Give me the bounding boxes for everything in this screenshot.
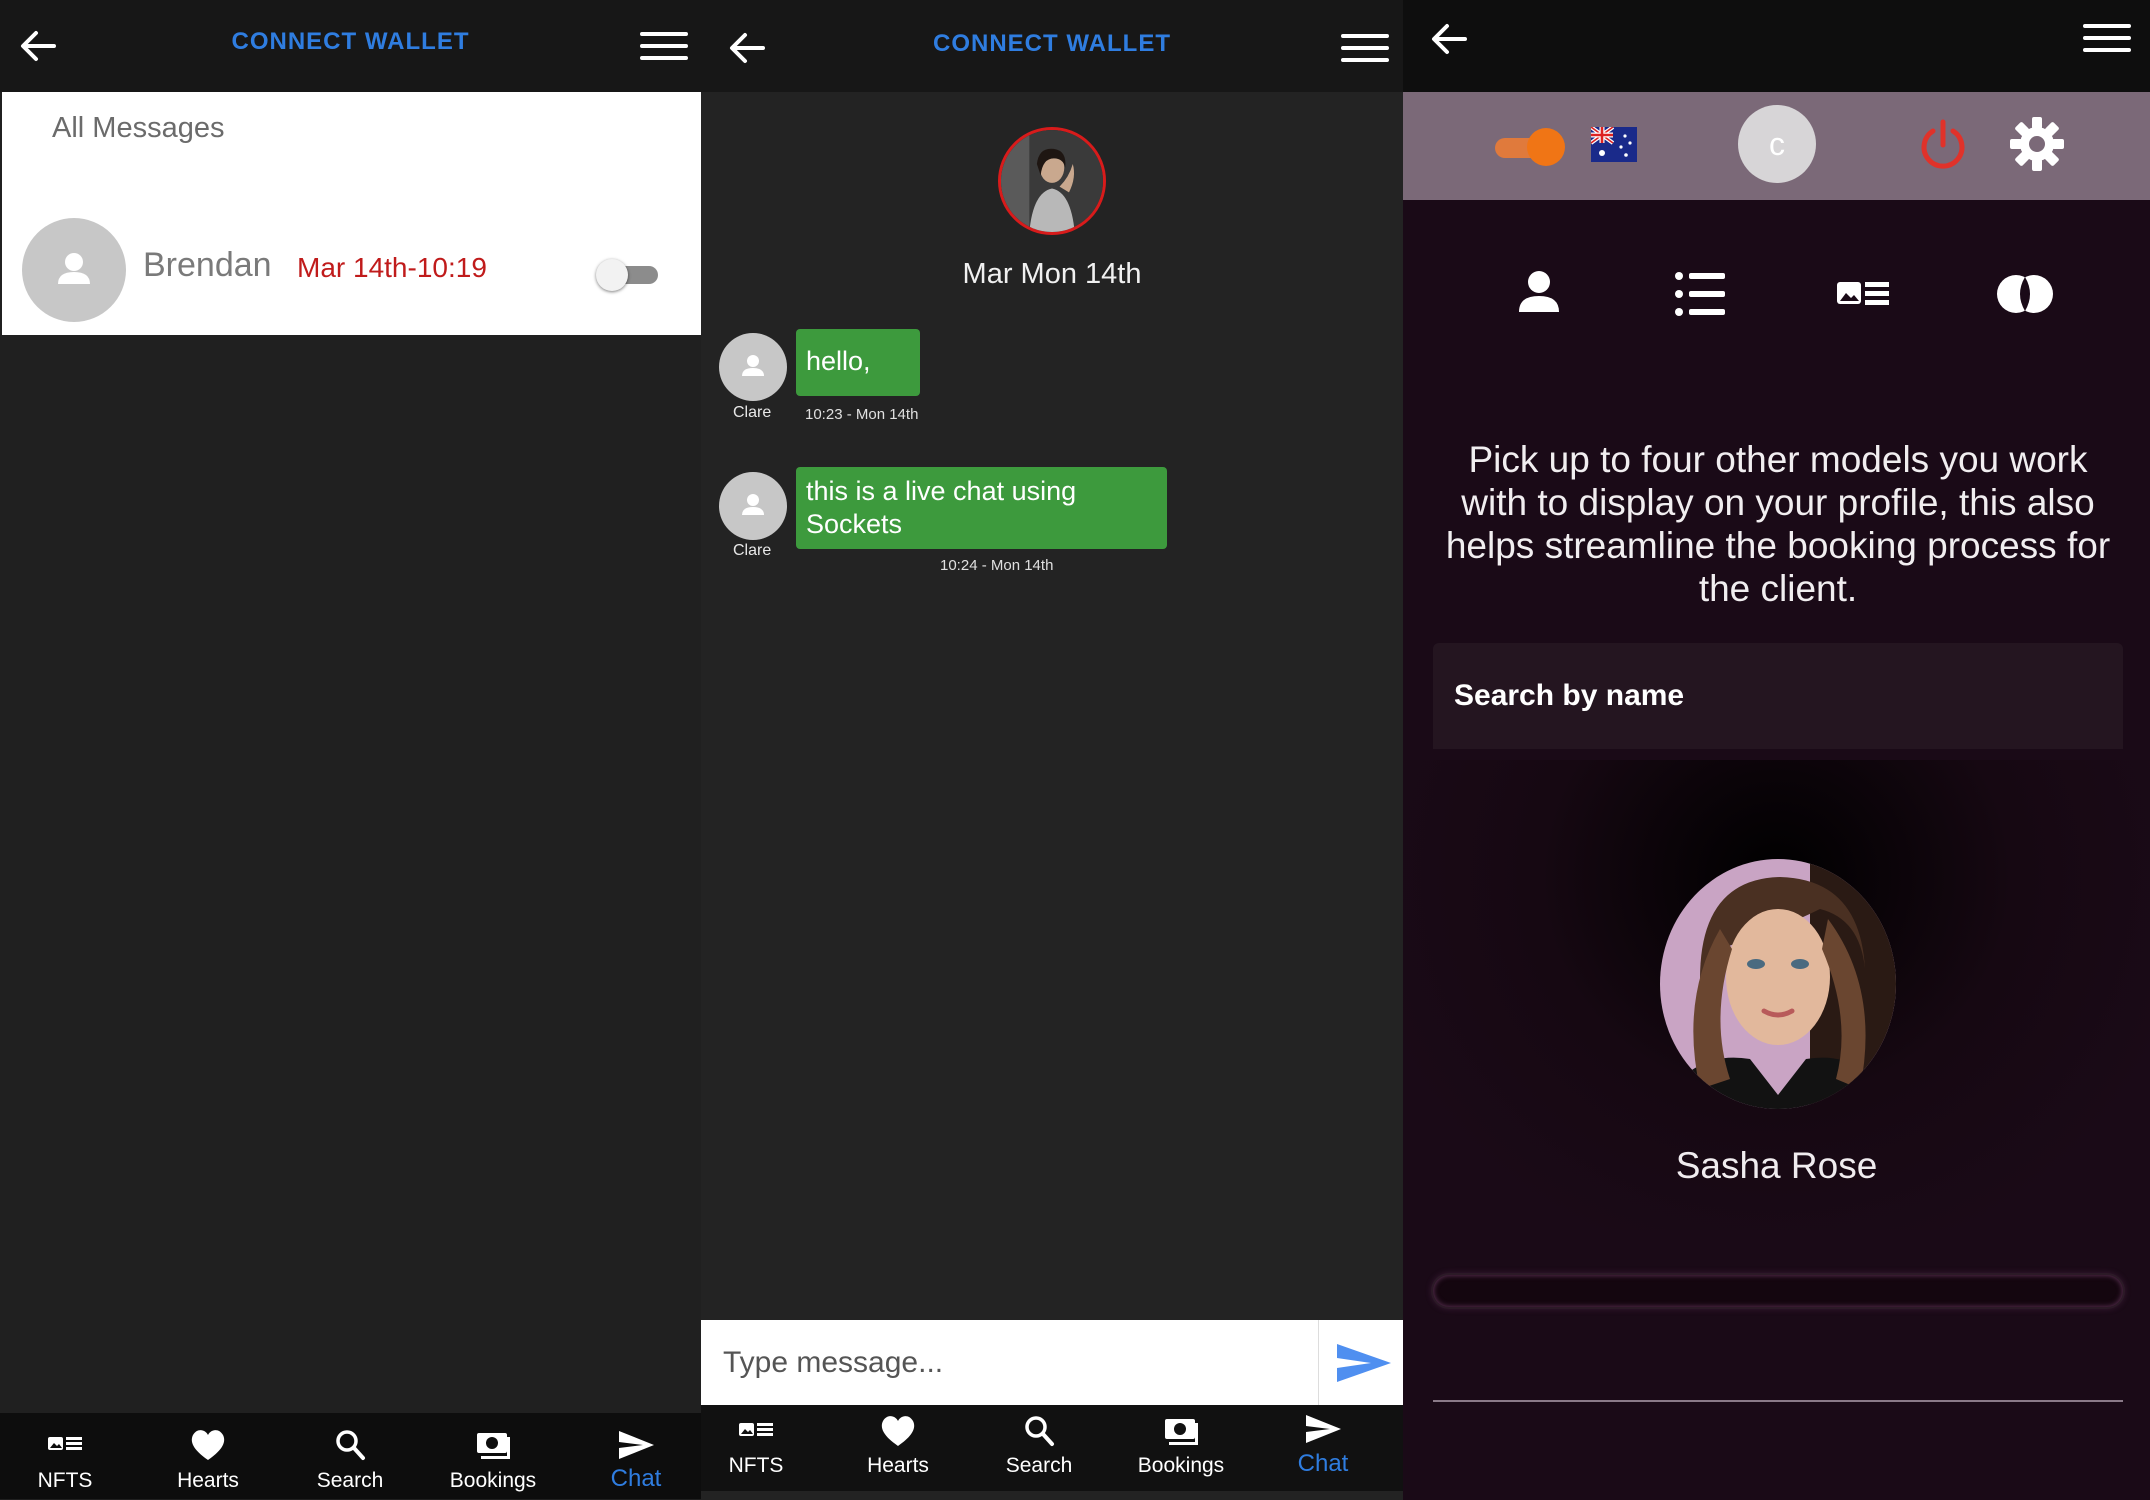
- nft-card-icon: [739, 1423, 773, 1436]
- toggle-knob: [1527, 128, 1565, 166]
- power-icon[interactable]: [1915, 117, 1971, 173]
- messages-list-screen: CONNECT WALLET All Messages Brendan Mar …: [0, 0, 701, 1500]
- nav-item-hearts[interactable]: Hearts: [828, 1405, 968, 1491]
- message-input[interactable]: [701, 1320, 1319, 1405]
- availability-toggle[interactable]: [1495, 128, 1567, 166]
- search-by-name-input[interactable]: [1433, 643, 2123, 749]
- model-card: Sasha Rose: [1403, 760, 2150, 1230]
- nft-card-icon: [48, 1437, 82, 1450]
- nav-item-hearts[interactable]: Hearts: [138, 1413, 278, 1499]
- nav-item-bookings[interactable]: Bookings: [1111, 1405, 1251, 1491]
- send-icon: [1337, 1344, 1391, 1382]
- conversation-name: Brendan: [143, 246, 272, 284]
- nav-label: Hearts: [867, 1454, 929, 1477]
- back-arrow-icon[interactable]: [1425, 15, 1473, 63]
- message-bubble: this is a live chat using Sockets: [796, 467, 1167, 549]
- nav-label: Bookings: [1137, 1454, 1225, 1477]
- hamburger-menu-icon[interactable]: [1341, 24, 1389, 72]
- australia-flag-icon[interactable]: [1589, 125, 1637, 162]
- linked-circles-icon[interactable]: [1993, 262, 2057, 326]
- selection-progress-bar: [1433, 1275, 2123, 1307]
- conversation-time: Mar 14th-10:19: [297, 252, 487, 283]
- user-avatar[interactable]: c: [1738, 105, 1816, 183]
- message-time: 10:23 - Mon 14th: [805, 406, 919, 423]
- bookings-icon: [477, 1433, 510, 1459]
- bottom-nav: NFTS Hearts Search Bookings Chat: [701, 1405, 1403, 1491]
- gear-icon[interactable]: [2007, 114, 2067, 174]
- nav-label: NFTS: [37, 1469, 93, 1492]
- nav-label: Bookings: [449, 1469, 537, 1492]
- nav-item-chat[interactable]: Chat: [566, 1413, 701, 1499]
- divider: [1433, 1400, 2123, 1402]
- account-toolbar: c: [1403, 92, 2150, 200]
- nav-item-nfts[interactable]: NFTS: [0, 1413, 135, 1499]
- profile-models-screen: c Pick up to four other models you work …: [1403, 0, 2150, 1500]
- heart-icon: [881, 1416, 915, 1446]
- nav-label: Chat: [610, 1465, 662, 1492]
- chat-screen: CONNECT WALLET Mar Mon 14th Clare hello,…: [701, 0, 1403, 1500]
- app-header: [1403, 0, 2150, 92]
- app-header: CONNECT WALLET: [701, 0, 1403, 92]
- messages-panel: All Messages Brendan Mar 14th-10:19: [2, 92, 701, 335]
- message-compose-bar: [701, 1320, 1403, 1405]
- conversation-toggle[interactable]: [596, 256, 662, 292]
- nav-item-nfts[interactable]: NFTS: [701, 1405, 826, 1491]
- sender-name: Clare: [733, 542, 772, 559]
- bookings-icon: [1165, 1419, 1198, 1445]
- avatar: [719, 333, 787, 401]
- nav-item-chat[interactable]: Chat: [1253, 1405, 1393, 1491]
- nav-label: Search: [316, 1469, 384, 1492]
- all-messages-heading: All Messages: [52, 112, 225, 144]
- hamburger-menu-icon[interactable]: [2083, 16, 2131, 64]
- send-icon: [1306, 1415, 1341, 1443]
- nav-label: Search: [1005, 1454, 1073, 1477]
- chat-partner-avatar[interactable]: [998, 127, 1106, 235]
- avatar: [22, 218, 126, 322]
- model-name: Sasha Rose: [1675, 1145, 1878, 1186]
- connect-wallet-button[interactable]: CONNECT WALLET: [0, 28, 701, 56]
- models-info-text: Pick up to four other models you work wi…: [1445, 439, 2111, 609]
- chat-day-label: Mar Mon 14th: [962, 258, 1142, 290]
- connect-wallet-button[interactable]: CONNECT WALLET: [701, 30, 1403, 58]
- message-time: 10:24 - Mon 14th: [940, 557, 1054, 574]
- search-icon: [336, 1430, 365, 1460]
- toggle-knob: [596, 259, 628, 291]
- nft-card-icon[interactable]: [1831, 262, 1895, 326]
- nav-item-search[interactable]: Search: [280, 1413, 420, 1499]
- avatar: [719, 472, 787, 540]
- profile-tab-icon[interactable]: [1507, 262, 1571, 326]
- app-header: CONNECT WALLET: [0, 0, 701, 92]
- nav-label: NFTS: [728, 1454, 784, 1477]
- send-icon: [619, 1431, 654, 1459]
- nav-label: Chat: [1297, 1450, 1349, 1477]
- nav-label: Hearts: [177, 1469, 239, 1492]
- hamburger-menu-icon[interactable]: [640, 22, 688, 70]
- list-tab-icon[interactable]: [1669, 262, 1733, 326]
- bottom-nav: NFTS Hearts Search Bookings Chat: [0, 1413, 701, 1499]
- search-icon: [1025, 1416, 1054, 1446]
- nav-item-search[interactable]: Search: [969, 1405, 1109, 1491]
- send-button[interactable]: [1319, 1320, 1403, 1405]
- message-bubble: hello,: [796, 329, 920, 396]
- model-photo[interactable]: [1660, 859, 1896, 1109]
- heart-icon: [191, 1430, 225, 1460]
- sender-name: Clare: [733, 404, 772, 421]
- nav-item-bookings[interactable]: Bookings: [423, 1413, 563, 1499]
